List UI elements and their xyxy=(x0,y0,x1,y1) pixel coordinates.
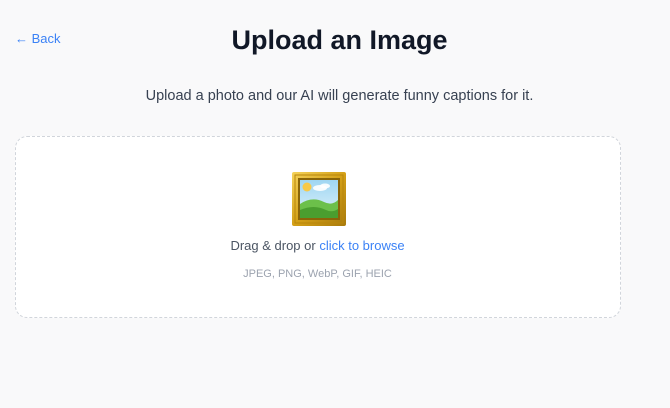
dropzone-instructions: Drag & drop or click to browse xyxy=(16,238,619,254)
page-title: Upload an Image xyxy=(231,25,448,55)
framed-picture-icon xyxy=(292,172,346,226)
supported-formats: JPEG, PNG, WebP, GIF, HEIC xyxy=(243,268,392,280)
page-subtitle: Upload a photo and our AI will generate … xyxy=(145,88,534,104)
browse-link[interactable]: click to browse xyxy=(319,238,404,253)
upload-page: ← Back Upload an Image Upload a photo an… xyxy=(0,0,670,408)
upload-dropzone[interactable]: Drag & drop or click to browse JPEG, PNG… xyxy=(15,136,621,318)
drag-drop-text: Drag & drop or xyxy=(230,238,320,253)
